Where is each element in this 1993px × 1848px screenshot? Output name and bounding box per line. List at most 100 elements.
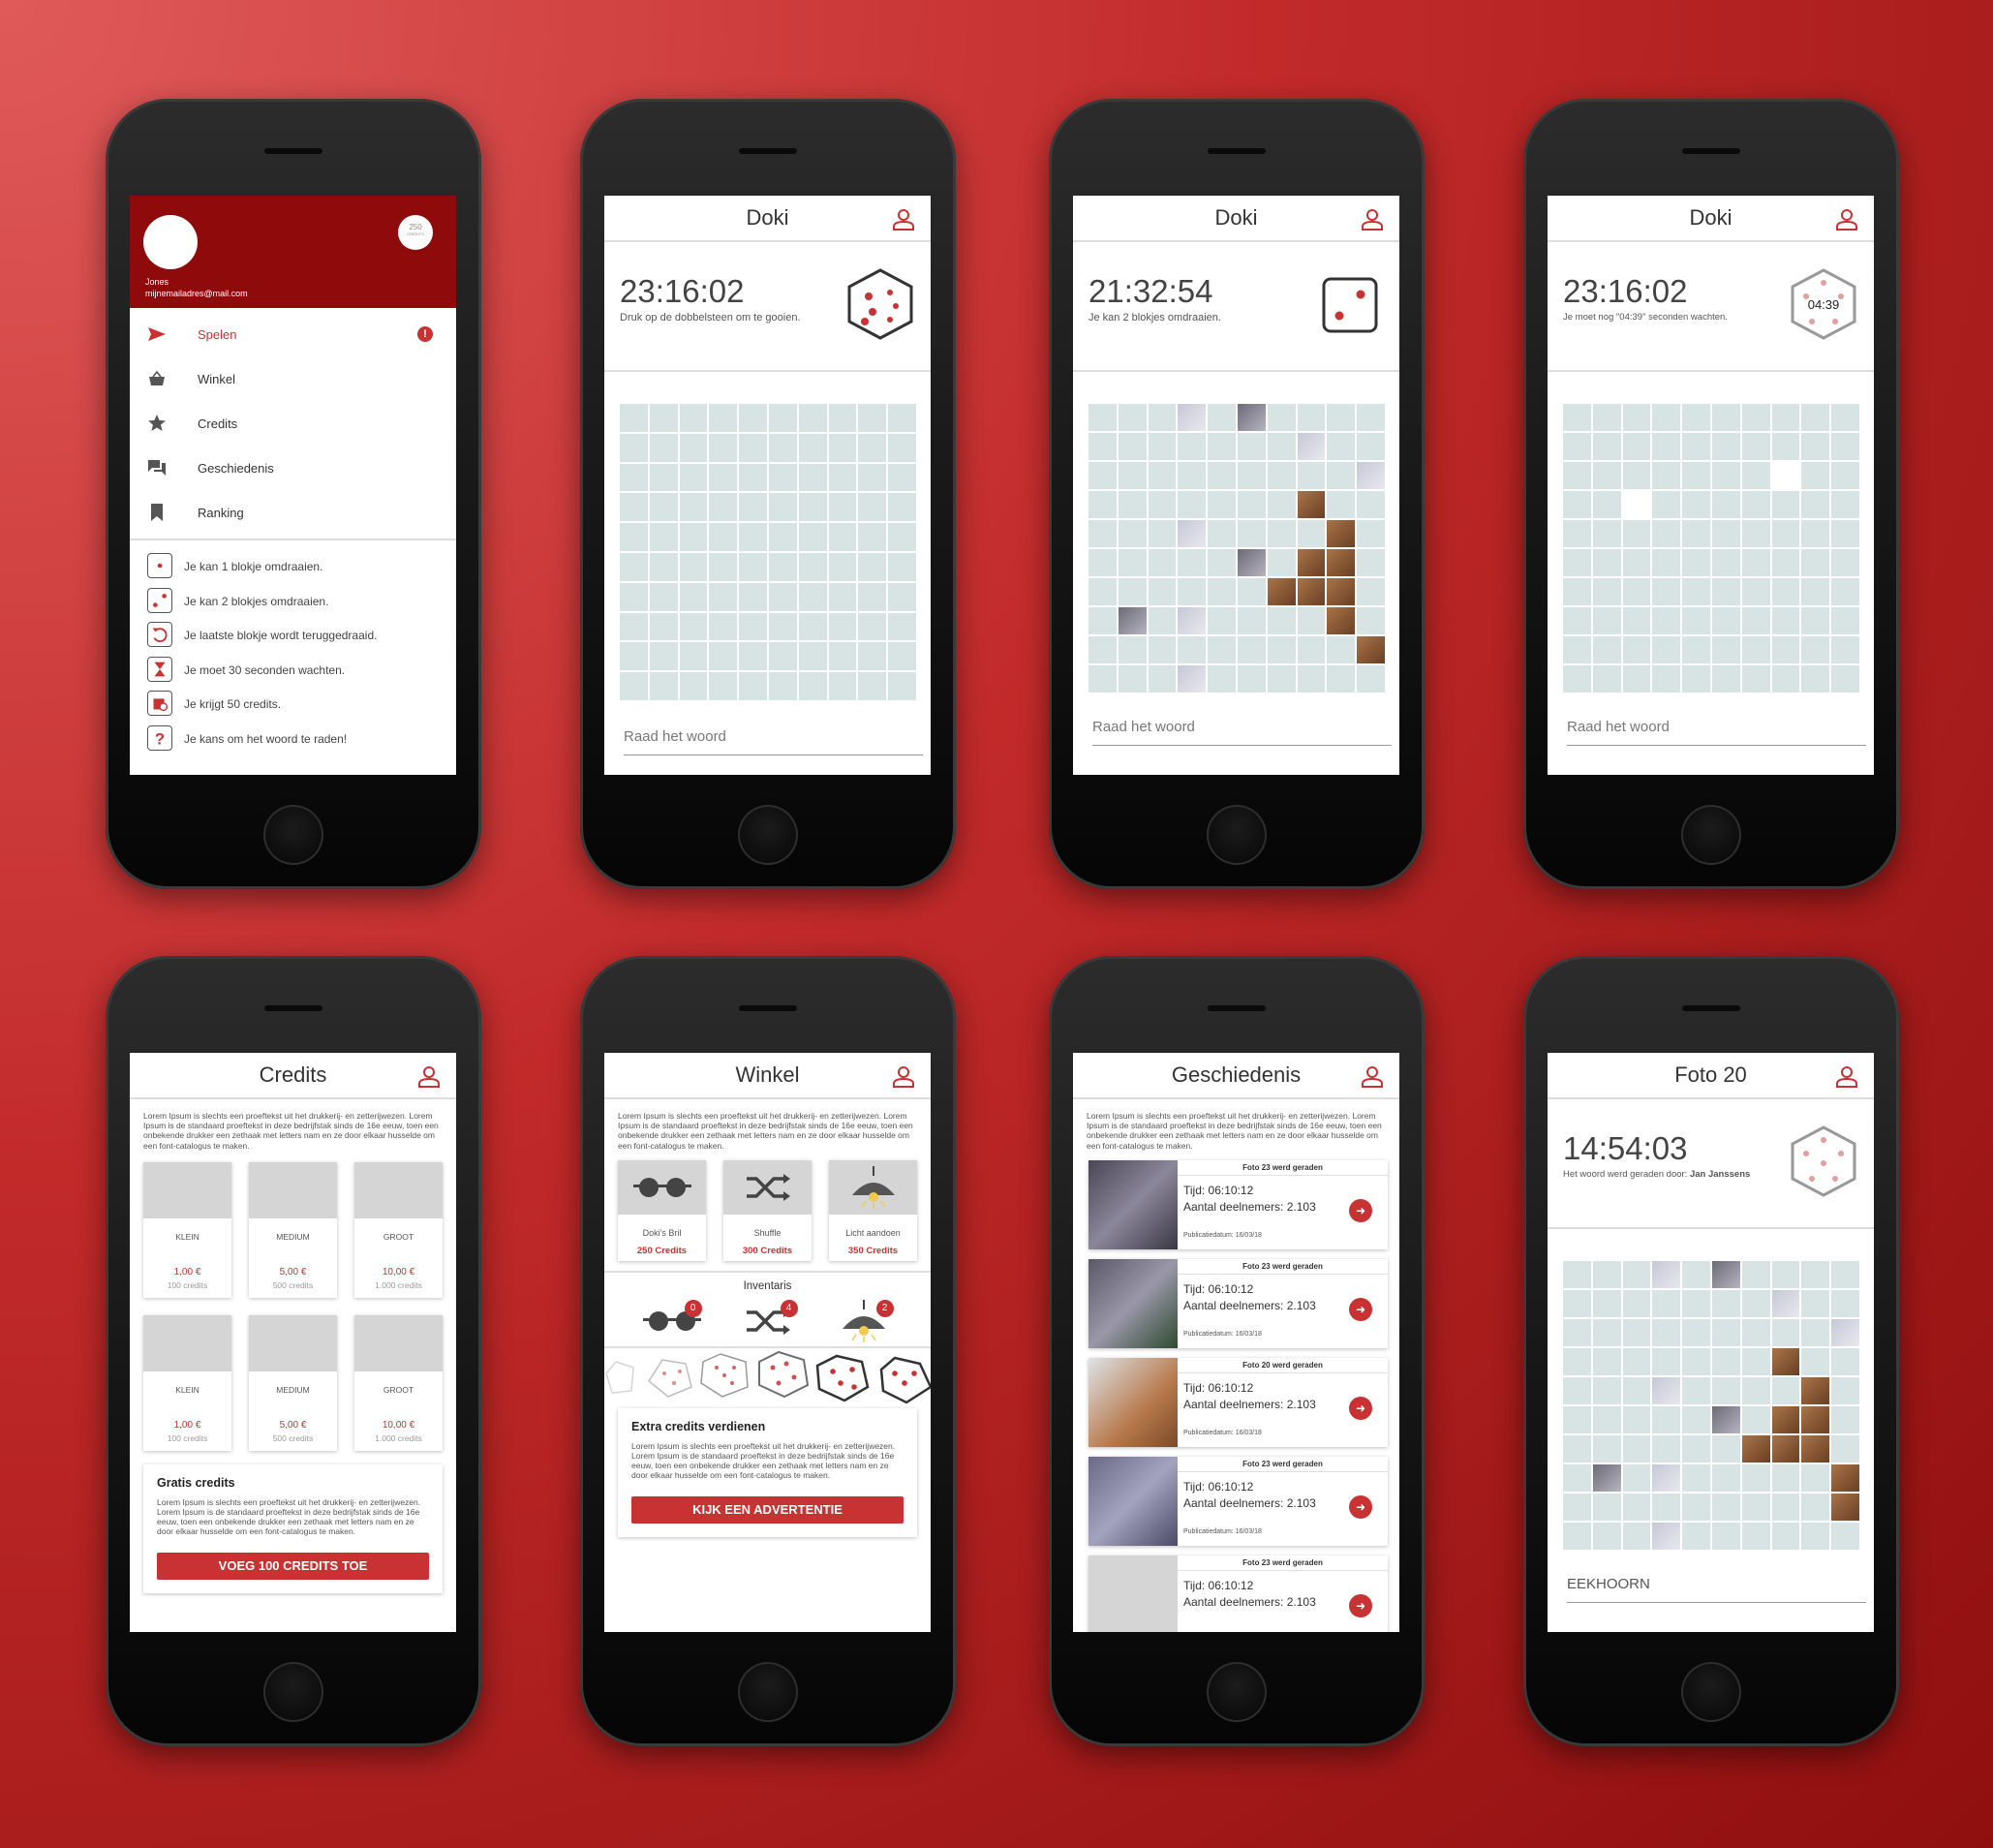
- grid-tile[interactable]: [709, 642, 738, 671]
- grid-tile[interactable]: [1178, 549, 1207, 576]
- grid-tile[interactable]: [1741, 1290, 1770, 1317]
- grid-tile[interactable]: [768, 672, 797, 700]
- grid-tile[interactable]: [1652, 1494, 1681, 1521]
- grid-tile[interactable]: [798, 552, 827, 581]
- grid-tile[interactable]: [1178, 578, 1207, 605]
- grid-tile[interactable]: [1622, 1435, 1651, 1463]
- grid-tile[interactable]: [1178, 607, 1207, 634]
- grid-tile[interactable]: [649, 493, 678, 522]
- history-item[interactable]: Foto 23 werd geraden Tijd: 06:10:12 Aantal…: [1088, 1159, 1388, 1249]
- grid-tile[interactable]: [1118, 520, 1147, 547]
- grid-tile[interactable]: [1771, 433, 1800, 460]
- grid-tile[interactable]: [1652, 549, 1681, 576]
- grid-tile[interactable]: [1622, 1494, 1651, 1521]
- grid-tile[interactable]: [1622, 1377, 1651, 1404]
- home-button[interactable]: [738, 805, 798, 865]
- grid-tile[interactable]: [679, 523, 708, 551]
- grid-tile[interactable]: [1088, 520, 1117, 547]
- grid-tile[interactable]: [1622, 462, 1651, 489]
- grid-tile[interactable]: [1622, 1348, 1651, 1375]
- user-icon[interactable]: [1835, 1064, 1858, 1088]
- grid-tile[interactable]: [1563, 1261, 1591, 1288]
- grid-tile[interactable]: [1267, 665, 1296, 693]
- grid-tile[interactable]: [1711, 433, 1740, 460]
- credit-pack-card[interactable]: GROOT 10,00 €1.000 credits: [354, 1314, 443, 1451]
- grid-tile[interactable]: [1801, 1523, 1830, 1550]
- grid-tile[interactable]: [1771, 404, 1800, 431]
- grid-tile[interactable]: [1297, 404, 1326, 431]
- grid-tile[interactable]: [1801, 1348, 1830, 1375]
- grid-tile[interactable]: [1801, 520, 1830, 547]
- grid-tile[interactable]: [858, 404, 887, 432]
- grid-tile[interactable]: [1711, 1494, 1740, 1521]
- grid-tile[interactable]: [1592, 1464, 1621, 1492]
- tile-grid[interactable]: [620, 404, 916, 700]
- grid-tile[interactable]: [1592, 1319, 1621, 1346]
- grid-tile[interactable]: [1267, 578, 1296, 605]
- grid-tile[interactable]: [1682, 549, 1710, 576]
- arrow-right-icon[interactable]: ➜: [1349, 1198, 1372, 1222]
- grid-tile[interactable]: [1208, 665, 1236, 693]
- grid-tile[interactable]: [1622, 1523, 1651, 1550]
- grid-tile[interactable]: [1771, 1261, 1800, 1288]
- grid-tile[interactable]: [1741, 491, 1770, 518]
- grid-tile[interactable]: [1297, 665, 1326, 693]
- user-icon[interactable]: [892, 207, 915, 231]
- grid-tile[interactable]: [1682, 1435, 1710, 1463]
- grid-tile[interactable]: [1327, 404, 1356, 431]
- grid-tile[interactable]: [1711, 636, 1740, 663]
- grid-tile[interactable]: [1801, 549, 1830, 576]
- grid-tile[interactable]: [828, 642, 857, 671]
- grid-tile[interactable]: [1327, 462, 1356, 489]
- grid-tile[interactable]: [1563, 665, 1591, 693]
- grid-tile[interactable]: [1327, 520, 1356, 547]
- menu-item-ranking[interactable]: Ranking: [130, 490, 456, 535]
- grid-tile[interactable]: [1682, 665, 1710, 693]
- grid-tile[interactable]: [739, 612, 767, 641]
- grid-tile[interactable]: [1237, 433, 1266, 460]
- grid-tile[interactable]: [1327, 491, 1356, 518]
- grid-tile[interactable]: [1088, 665, 1117, 693]
- grid-tile[interactable]: [1327, 549, 1356, 576]
- grid-tile[interactable]: [1237, 462, 1266, 489]
- menu-item-winkel[interactable]: Winkel: [130, 356, 456, 401]
- grid-tile[interactable]: [1563, 404, 1591, 431]
- home-button[interactable]: [1207, 1662, 1267, 1722]
- grid-tile[interactable]: [1327, 607, 1356, 634]
- grid-tile[interactable]: [1297, 578, 1326, 605]
- grid-tile[interactable]: [739, 672, 767, 700]
- grid-tile[interactable]: [709, 493, 738, 522]
- grid-tile[interactable]: [709, 672, 738, 700]
- grid-tile[interactable]: [768, 404, 797, 432]
- grid-tile[interactable]: [1267, 404, 1296, 431]
- grid-tile[interactable]: [858, 552, 887, 581]
- grid-tile[interactable]: [1652, 1377, 1681, 1404]
- grid-tile[interactable]: [1178, 636, 1207, 663]
- grid-tile[interactable]: [1652, 1464, 1681, 1492]
- grid-tile[interactable]: [1771, 1494, 1800, 1521]
- grid-tile[interactable]: [1652, 404, 1681, 431]
- grid-tile[interactable]: [739, 404, 767, 432]
- grid-tile[interactable]: [1771, 520, 1800, 547]
- grid-tile[interactable]: [1563, 1377, 1591, 1404]
- grid-tile[interactable]: [1622, 607, 1651, 634]
- grid-tile[interactable]: [620, 463, 648, 492]
- grid-tile[interactable]: [888, 582, 916, 611]
- grid-tile[interactable]: [1237, 607, 1266, 634]
- grid-tile[interactable]: [1801, 1494, 1830, 1521]
- shop-item[interactable]: Shuffle 300 Credits: [723, 1159, 812, 1261]
- menu-item-geschiedenis[interactable]: Geschiedenis: [130, 446, 456, 490]
- grid-tile[interactable]: [1801, 1319, 1830, 1346]
- grid-tile[interactable]: [679, 552, 708, 581]
- grid-tile[interactable]: [1652, 433, 1681, 460]
- grid-tile[interactable]: [1592, 636, 1621, 663]
- grid-tile[interactable]: [1267, 549, 1296, 576]
- grid-tile[interactable]: [1563, 491, 1591, 518]
- grid-tile[interactable]: [1682, 607, 1710, 634]
- grid-tile[interactable]: [1357, 607, 1385, 634]
- grid-tile[interactable]: [1682, 1464, 1710, 1492]
- grid-tile[interactable]: [1801, 607, 1830, 634]
- tile-grid[interactable]: [1088, 404, 1385, 693]
- grid-tile[interactable]: [679, 493, 708, 522]
- history-item[interactable]: Foto 23 werd geraden Tijd: 06:10:12 Aantal…: [1088, 1555, 1388, 1632]
